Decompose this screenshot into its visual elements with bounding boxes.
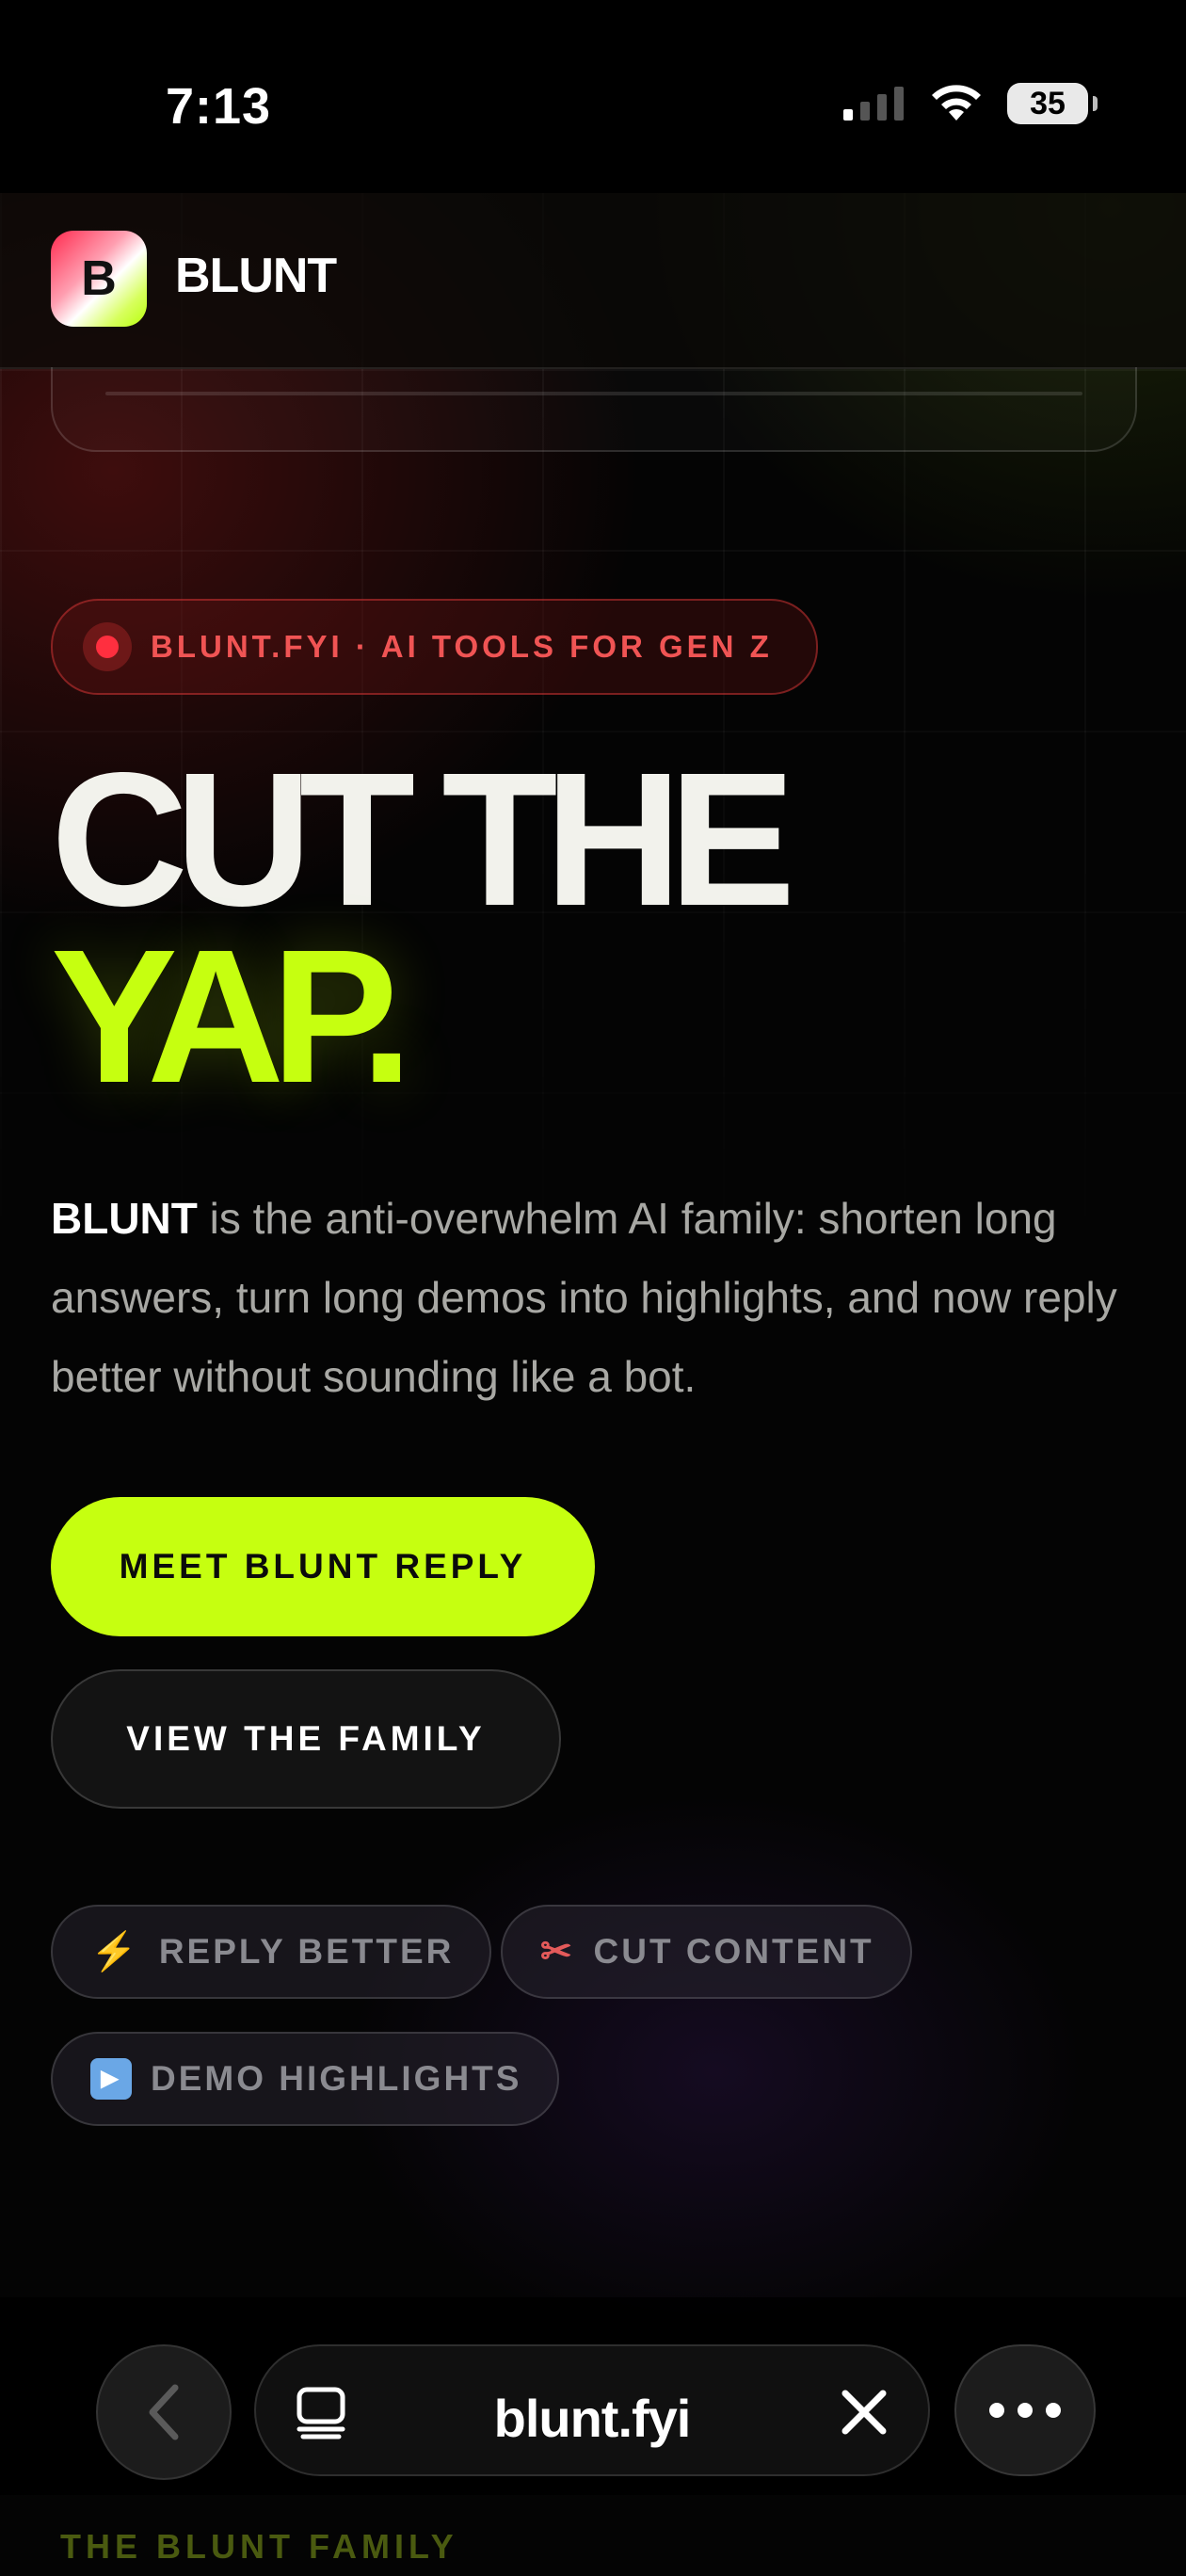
header-pill (51, 367, 1137, 452)
bolt-icon: ⚡ (90, 1931, 140, 1972)
next-section-label: THE BLUNT FAMILY (60, 2527, 458, 2566)
more-dot-icon (1018, 2403, 1033, 2418)
battery-level: 35 (1030, 85, 1066, 121)
url-text: blunt.fyi (493, 2389, 692, 2448)
more-dot-icon (1046, 2403, 1061, 2418)
chevron-left-icon (149, 2384, 179, 2440)
status-icons: 35 (841, 83, 1098, 124)
browser-toolbar: blunt.fyi (0, 2297, 1186, 2495)
page: 7:13 35 B BLUNT BLUNT.FYI · AI TOOLS FOR… (0, 0, 1186, 2576)
hero-badge: BLUNT.FYI · AI TOOLS FOR GEN Z (51, 599, 818, 695)
headline-line-1: CUT THE (51, 733, 795, 945)
header-pill-divider (105, 392, 1082, 395)
hero-intro: BLUNT is the anti-overwhelm AI family: s… (51, 1179, 1143, 1416)
brand-name[interactable]: BLUNT (175, 248, 337, 304)
meet-blunt-reply-button[interactable]: MEET BLUNT REPLY (51, 1497, 595, 1636)
chip-label: DEMO HIGHLIGHTS (151, 2059, 522, 2098)
chip-reply-better[interactable]: ⚡ REPLY BETTER (51, 1905, 492, 1999)
site-header: B BLUNT (0, 193, 1186, 369)
chip-label: CUT CONTENT (593, 1932, 874, 1971)
status-bar: 7:13 35 (0, 0, 1186, 193)
logo-icon[interactable]: B (51, 231, 147, 327)
hero-badge-label: BLUNT.FYI · AI TOOLS FOR GEN Z (151, 629, 773, 664)
status-time: 7:13 (166, 78, 272, 135)
address-bar[interactable]: blunt.fyi (254, 2344, 930, 2476)
live-dot-icon (83, 622, 132, 671)
chip-label: REPLY BETTER (158, 1932, 455, 1971)
more-options-button[interactable] (954, 2344, 1096, 2476)
clear-url-button[interactable] (836, 2384, 892, 2440)
close-icon (841, 2390, 887, 2435)
wifi-icon (932, 85, 981, 121)
view-the-family-button[interactable]: VIEW THE FAMILY (51, 1669, 561, 1809)
logo-letter: B (81, 251, 117, 306)
headline-line-2: YAP. (51, 910, 413, 1122)
back-button[interactable] (96, 2344, 232, 2480)
intro-text: is the anti-overwhelm AI family: shorten… (51, 1194, 1117, 1401)
chip-demo-highlights[interactable]: ▶ DEMO HIGHLIGHTS (51, 2032, 560, 2126)
cellular-signal-icon (843, 87, 904, 121)
chip-cut-content[interactable]: ✂ CUT CONTENT (501, 1905, 912, 1999)
play-icon: ▶ (90, 2058, 132, 2100)
more-dot-icon (989, 2403, 1004, 2418)
scissors-icon: ✂ (540, 1931, 575, 1972)
battery-icon: 35 (1007, 83, 1098, 124)
intro-brand: BLUNT (51, 1194, 198, 1243)
